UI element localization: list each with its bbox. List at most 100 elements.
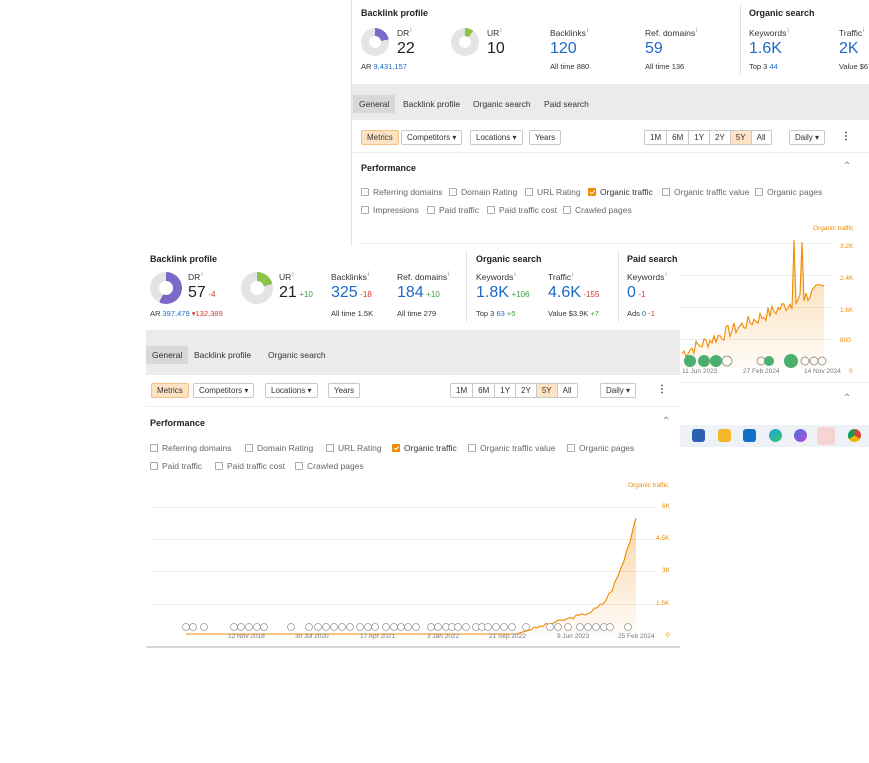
range-2y[interactable]: 2Y	[516, 384, 537, 397]
annotation-marker[interactable]	[382, 623, 390, 631]
annotation-marker[interactable]	[522, 623, 530, 631]
interval-dropdown[interactable]: Daily ▾	[600, 383, 637, 398]
annotation-marker[interactable]	[606, 623, 614, 631]
annotation-marker[interactable]	[364, 623, 372, 631]
annotation-marker[interactable]	[576, 623, 584, 631]
annotation-marker[interactable]	[698, 355, 710, 367]
tab-organic-search[interactable]: Organic search	[467, 95, 537, 113]
store-icon[interactable]	[692, 429, 705, 442]
annotation-marker[interactable]	[764, 356, 774, 366]
option-paid-traffic-cost[interactable]: Paid traffic cost	[215, 461, 285, 471]
more-menu-icon[interactable]: ⋮	[657, 384, 667, 395]
copilot-icon[interactable]	[794, 429, 807, 442]
annotation-marker[interactable]	[371, 623, 379, 631]
annotation-marker[interactable]	[784, 354, 798, 368]
option-url-rating[interactable]: URL Rating	[326, 443, 382, 453]
option-crawled-pages[interactable]: Crawled pages	[563, 205, 632, 215]
annotation-marker[interactable]	[564, 623, 572, 631]
ar-value-link[interactable]: 397,479	[163, 309, 190, 318]
annotation-marker[interactable]	[253, 623, 261, 631]
range-5y[interactable]: 5Y	[730, 131, 752, 144]
range-all[interactable]: All	[558, 384, 577, 397]
annotation-marker[interactable]	[397, 623, 405, 631]
chrome-active-icon[interactable]	[817, 427, 835, 445]
keywords-value-row[interactable]: 1.8K +106	[476, 284, 529, 302]
locations-dropdown[interactable]: Locations ▾	[470, 130, 523, 145]
range-6m[interactable]: 6M	[473, 384, 496, 397]
range-1y[interactable]: 1Y	[689, 131, 711, 144]
annotation-marker[interactable]	[427, 623, 435, 631]
annotation-marker[interactable]	[182, 623, 190, 631]
refdomains-value-link[interactable]: 59	[645, 40, 663, 58]
annotation-marker[interactable]	[230, 623, 238, 631]
years-button[interactable]: Years	[328, 383, 361, 398]
annotation-marker[interactable]	[404, 623, 412, 631]
annotation-marker[interactable]	[624, 623, 632, 631]
tab-general[interactable]: General	[146, 346, 189, 364]
option-referring-domains[interactable]: Referring domains	[361, 187, 442, 197]
annotation-marker[interactable]	[330, 623, 338, 631]
collapse-chevron-icon[interactable]: ⌃	[843, 161, 851, 172]
more-menu-icon[interactable]: ⋮	[841, 131, 851, 142]
annotation-marker[interactable]	[245, 623, 253, 631]
annotation-marker[interactable]	[484, 623, 492, 631]
option-organic-pages[interactable]: Organic pages	[755, 187, 822, 197]
annotation-marker[interactable]	[189, 623, 197, 631]
collapse-chevron-icon[interactable]: ⌃	[843, 393, 851, 404]
annotation-marker[interactable]	[412, 623, 420, 631]
option-paid-traffic-cost[interactable]: Paid traffic cost	[487, 205, 557, 215]
range-all[interactable]: All	[752, 131, 771, 144]
option-organic-pages[interactable]: Organic pages	[567, 443, 634, 453]
interval-dropdown[interactable]: Daily ▾	[789, 130, 826, 145]
annotation-marker[interactable]	[684, 355, 696, 367]
annotation-marker[interactable]	[237, 623, 245, 631]
annotation-marker[interactable]	[200, 623, 208, 631]
paid-keywords-value-row[interactable]: 0 -1	[627, 284, 646, 302]
competitors-dropdown[interactable]: Competitors ▾	[193, 383, 255, 398]
chrome-icon[interactable]	[848, 429, 861, 442]
option-url-rating[interactable]: URL Rating	[525, 187, 581, 197]
traffic-value-row[interactable]: 4.6K -155	[548, 284, 599, 302]
annotation-marker[interactable]	[314, 623, 322, 631]
ar-value-link[interactable]: 9,431,157	[374, 62, 407, 71]
annotation-marker[interactable]	[338, 623, 346, 631]
annotation-marker[interactable]	[346, 623, 354, 631]
keywords-value-link[interactable]: 1.6K	[749, 40, 782, 58]
annotation-marker[interactable]	[390, 623, 398, 631]
locations-dropdown[interactable]: Locations ▾	[265, 383, 318, 398]
refdomains-value-row[interactable]: 184 +10	[397, 284, 440, 302]
range-1m[interactable]: 1M	[451, 384, 474, 397]
annotation-marker[interactable]	[508, 623, 516, 631]
range-1y[interactable]: 1Y	[495, 384, 517, 397]
backlinks-value-link[interactable]: 120	[550, 40, 577, 58]
annotation-marker[interactable]	[260, 623, 268, 631]
annotation-marker[interactable]	[546, 623, 554, 631]
traffic-value-link[interactable]: 2K	[839, 40, 859, 58]
tab-backlink-profile[interactable]: Backlink profile	[397, 95, 466, 113]
range-5y[interactable]: 5Y	[536, 384, 558, 397]
option-organic-traffic-value[interactable]: Organic traffic value	[468, 443, 555, 453]
option-impressions[interactable]: Impressions	[361, 205, 419, 215]
annotation-marker[interactable]	[592, 623, 600, 631]
option-crawled-pages[interactable]: Crawled pages	[295, 461, 364, 471]
annotation-marker[interactable]	[462, 623, 470, 631]
folder-icon[interactable]	[718, 429, 731, 442]
outlook-icon[interactable]	[743, 429, 756, 442]
annotation-marker[interactable]	[454, 623, 462, 631]
annotation-marker[interactable]	[434, 623, 442, 631]
range-6m[interactable]: 6M	[667, 131, 690, 144]
annotation-marker[interactable]	[584, 623, 592, 631]
annotation-marker[interactable]	[492, 623, 500, 631]
range-1m[interactable]: 1M	[645, 131, 668, 144]
annotation-marker[interactable]	[554, 623, 562, 631]
tab-paid-search[interactable]: Paid search	[538, 95, 595, 113]
annotation-marker[interactable]	[287, 623, 295, 631]
metrics-button[interactable]: Metrics	[361, 130, 399, 145]
range-2y[interactable]: 2Y	[710, 131, 731, 144]
tab-backlink-profile[interactable]: Backlink profile	[188, 346, 257, 364]
tab-general[interactable]: General	[353, 95, 396, 113]
edge-icon[interactable]	[769, 429, 782, 442]
years-button[interactable]: Years	[529, 130, 562, 145]
option-referring-domains[interactable]: Referring domains	[150, 443, 231, 453]
annotation-marker[interactable]	[322, 623, 330, 631]
